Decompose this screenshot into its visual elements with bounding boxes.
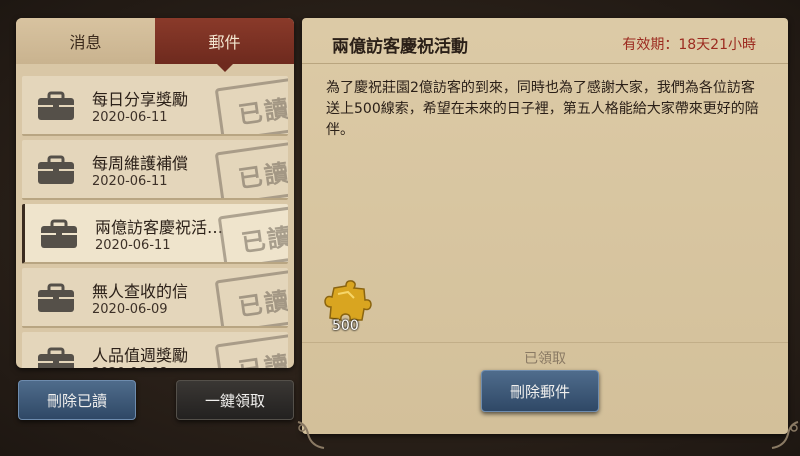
tab-messages[interactable]: 消息 xyxy=(16,18,155,64)
mail-sidebar: 消息 郵件 每日分享獎勵 2020-06-11 已讀 每周維護補償 2020-0… xyxy=(16,18,294,368)
briefcase-icon xyxy=(41,219,77,248)
mail-list-item[interactable]: 每日分享獎勵 2020-06-11 已讀 xyxy=(22,76,288,136)
mail-title: 無人查收的信 xyxy=(92,282,189,301)
delete-mail-button[interactable]: 刪除郵件 xyxy=(481,370,599,412)
tab-mail-label: 郵件 xyxy=(208,33,241,52)
read-stamp: 已讀 xyxy=(214,268,288,326)
read-stamp: 已讀 xyxy=(217,204,288,262)
claim-all-label: 一鍵領取 xyxy=(204,391,265,410)
ornament-icon xyxy=(297,421,325,449)
mail-detail-header: 兩億訪客慶祝活動 有效期：18天21小時 xyxy=(302,18,788,64)
ornament-icon xyxy=(771,421,799,449)
delete-read-button[interactable]: 刪除已讀 xyxy=(18,380,136,420)
mail-date: 2020-06-11 xyxy=(92,174,168,189)
mail-date: 2020-06-11 xyxy=(95,238,171,253)
game-mail-window: 消息 郵件 每日分享獎勵 2020-06-11 已讀 每周維護補償 2020-0… xyxy=(0,0,800,456)
mail-list-item-selected[interactable]: 兩億訪客慶祝活… 2020-06-11 已讀 xyxy=(22,204,288,264)
read-stamp-text: 已讀 xyxy=(236,349,288,368)
mail-list-item[interactable]: 人品值週獎勵 2020-06-08 已讀 xyxy=(22,332,288,368)
claimed-status: 已領取 xyxy=(524,351,566,367)
delete-read-label: 刪除已讀 xyxy=(46,391,107,410)
mail-title: 每周維護補償 xyxy=(92,154,189,173)
mail-body-text: 為了慶祝莊園2億訪客的到來，同時也為了感謝大家，我們為各位訪客送上500線索，希… xyxy=(326,80,759,138)
briefcase-icon xyxy=(38,347,74,368)
mail-list-item[interactable]: 每周維護補償 2020-06-11 已讀 xyxy=(22,140,288,200)
divider xyxy=(302,342,788,343)
tab-bar: 消息 郵件 xyxy=(16,18,294,72)
tab-mail[interactable]: 郵件 xyxy=(155,18,294,72)
mail-date: 2020-06-09 xyxy=(92,302,168,317)
read-stamp: 已讀 xyxy=(214,140,288,198)
read-stamp-text: 已讀 xyxy=(239,221,288,257)
read-stamp-text: 已讀 xyxy=(236,285,288,321)
mail-date: 2020-06-11 xyxy=(92,110,168,125)
reward-count: 500 xyxy=(332,318,359,334)
read-stamp: 已讀 xyxy=(214,76,288,134)
mail-title: 兩億訪客慶祝活… xyxy=(95,218,224,237)
briefcase-icon xyxy=(38,155,74,184)
expiry-label: 有效期：18天21小時 xyxy=(622,37,756,53)
delete-mail-label: 刪除郵件 xyxy=(509,382,570,401)
read-stamp: 已讀 xyxy=(214,332,288,368)
reward-item[interactable]: 500 xyxy=(324,280,372,336)
mail-title: 人品值週獎勵 xyxy=(92,346,189,365)
mail-detail-title: 兩億訪客慶祝活動 xyxy=(332,37,468,57)
read-stamp-text: 已讀 xyxy=(236,157,288,193)
claim-all-button[interactable]: 一鍵領取 xyxy=(176,380,294,420)
mail-title: 每日分享獎勵 xyxy=(92,90,189,109)
tab-messages-label: 消息 xyxy=(69,33,102,52)
read-stamp-text: 已讀 xyxy=(236,93,288,129)
mail-date: 2020-06-08 xyxy=(92,366,168,368)
mail-list[interactable]: 每日分享獎勵 2020-06-11 已讀 每周維護補償 2020-06-11 已… xyxy=(16,76,294,368)
briefcase-icon xyxy=(38,91,74,120)
mail-list-item[interactable]: 無人查收的信 2020-06-09 已讀 xyxy=(22,268,288,328)
briefcase-icon xyxy=(38,283,74,312)
